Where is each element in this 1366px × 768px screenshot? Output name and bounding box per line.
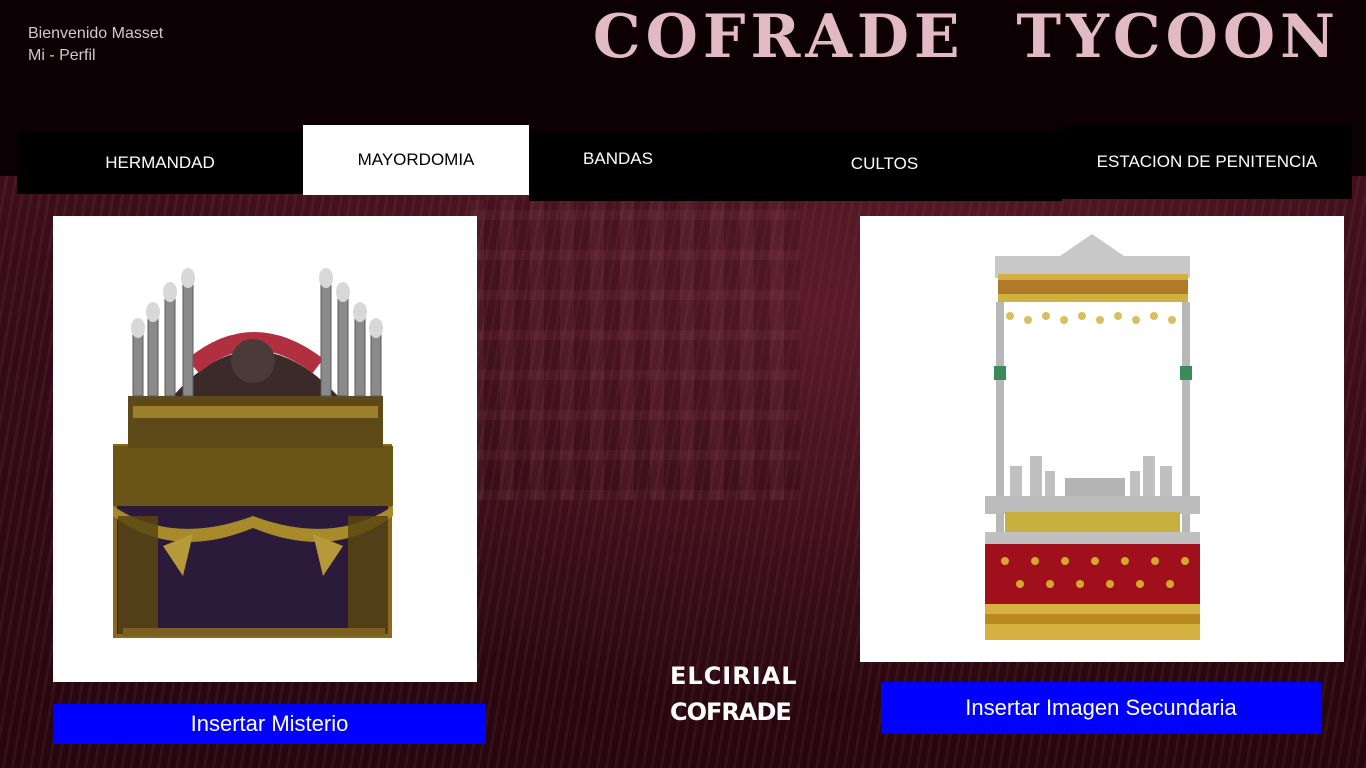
nav-bar-strip bbox=[529, 185, 1062, 201]
nav-tab-bandas[interactable]: BANDAS bbox=[529, 133, 707, 185]
insert-misterio-button[interactable]: Insertar Misterio bbox=[53, 704, 486, 744]
elcirial-cofrade-logo: ELCIRIAL COFRADE bbox=[670, 658, 798, 730]
welcome-block: Bienvenido Masset Mi - Perfil bbox=[28, 23, 163, 67]
insert-secondary-image-button[interactable]: Insertar Imagen Secundaria bbox=[881, 682, 1321, 734]
nav-tab-mayordomia[interactable]: MAYORDOMIA bbox=[303, 125, 529, 195]
logo-line-1: ELCIRIAL bbox=[670, 662, 798, 690]
nav-tab-hermandad[interactable]: HERMANDAD bbox=[17, 132, 303, 194]
nav-tab-estacion-de-penitencia[interactable]: ESTACION DE PENITENCIA bbox=[1062, 125, 1352, 199]
misterio-image-card bbox=[53, 216, 477, 682]
secondary-image-card bbox=[860, 216, 1344, 662]
background-building bbox=[470, 200, 800, 500]
app-title: COFRADE TYCOON bbox=[592, 2, 1340, 72]
welcome-text: Bienvenido Masset bbox=[28, 25, 164, 42]
paso-palio-image bbox=[985, 234, 1200, 640]
paso-misterio-image bbox=[113, 268, 393, 638]
profile-link[interactable]: Mi - Perfil bbox=[28, 45, 163, 67]
logo-line-2: COFRADE bbox=[670, 698, 792, 726]
